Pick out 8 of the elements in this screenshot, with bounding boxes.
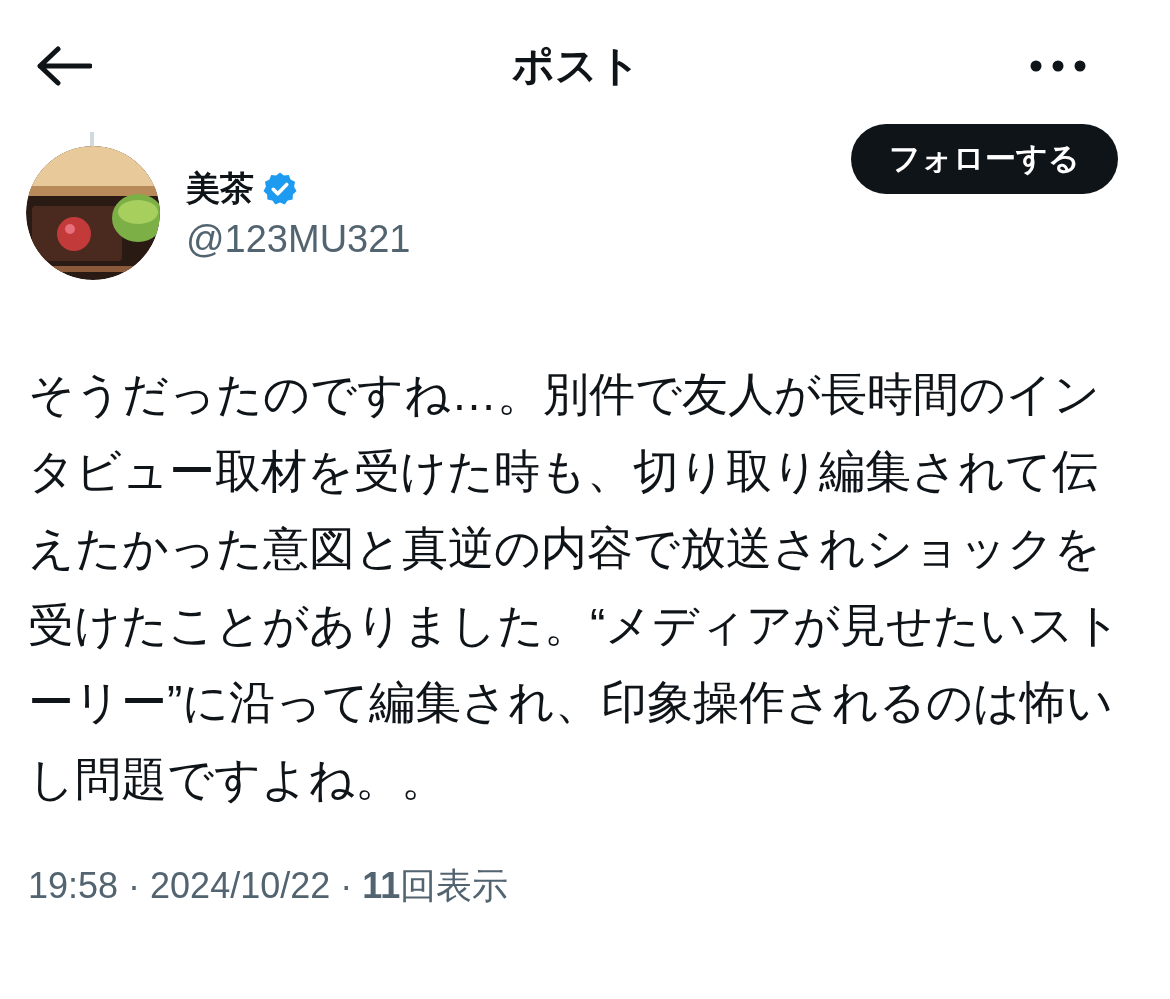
follow-button[interactable]: フォローする <box>851 124 1118 194</box>
back-arrow-icon[interactable] <box>36 46 92 86</box>
post-meta: 19:58 · 2024/10/22 · 11回表示 <box>28 864 510 908</box>
post-text: そうだったのですね…。別件で友人が長時間のインタビュー取材を受けた時も、切り取り編集されて伝えたかった意図と真逆の内容で放送されショックを受けたことがありました。“メディアが見せたいストーリー”に沿って編集され、印象操作されるのは怖いし問題ですよね。。 <box>28 367 1123 807</box>
user-name[interactable]: 美茶 <box>186 165 254 212</box>
user-handle[interactable]: @123MU321 <box>186 217 851 261</box>
more-icon[interactable] <box>1030 60 1086 72</box>
page-title: ポスト <box>511 41 641 91</box>
